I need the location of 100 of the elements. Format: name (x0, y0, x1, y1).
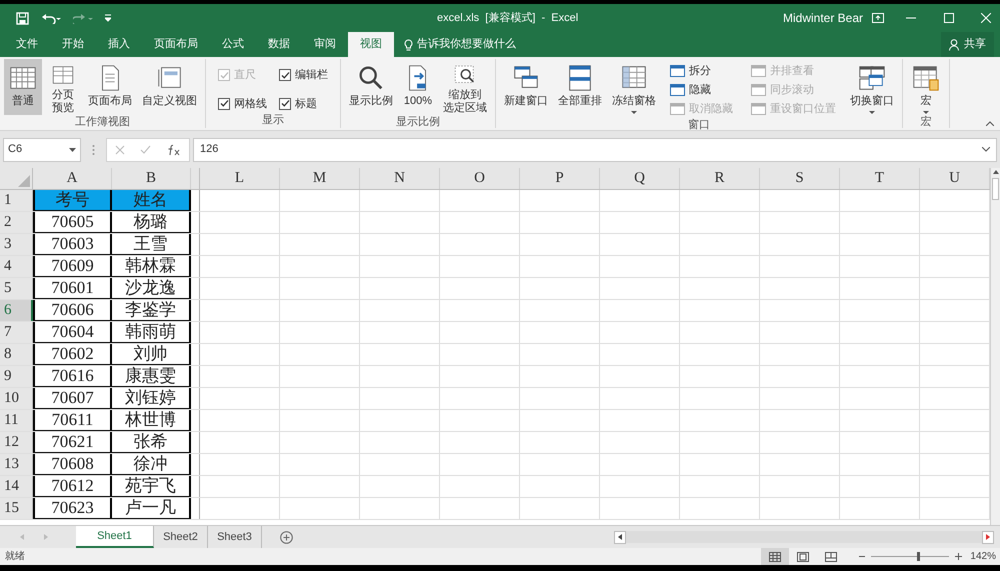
row-header[interactable]: 5 (0, 278, 33, 299)
ribbon-button[interactable]: 100% (399, 59, 437, 115)
ribbon-tab[interactable]: 公式 (210, 32, 256, 57)
row-header[interactable]: 2 (0, 212, 33, 233)
column-header[interactable]: A (33, 168, 112, 189)
column-header[interactable]: O (440, 168, 520, 189)
close-icon[interactable] (981, 13, 991, 23)
row-header[interactable]: 15 (0, 498, 33, 519)
ribbon-tab[interactable]: 审阅 (302, 32, 348, 57)
row-header[interactable]: 6 (0, 300, 33, 321)
button-label: 缩放到 (448, 89, 482, 102)
group-label: 显示 (261, 113, 285, 128)
save-icon[interactable] (16, 12, 29, 24)
ribbon-button[interactable]: 分页 预览 (44, 59, 82, 115)
ribbon-button[interactable]: 冻结窗格 (608, 59, 660, 115)
ribbon-tab[interactable]: 文件 (4, 32, 50, 57)
zoom-level[interactable]: 142% (970, 549, 996, 564)
ribbon-tab[interactable]: 页面布局 (142, 32, 210, 57)
window-title: excel.xls [兼容模式] - Excel (437, 10, 578, 26)
table-cell: 康惠雯 (112, 366, 191, 387)
row-header[interactable]: 7 (0, 322, 33, 343)
ribbon-display-icon[interactable] (872, 13, 884, 23)
slider-thumb[interactable] (916, 552, 920, 561)
table-cell: 卢一凡 (112, 498, 191, 519)
ribbon-button[interactable]: 切换窗口 (846, 59, 898, 115)
ribbon-button[interactable]: 普通 (4, 59, 42, 115)
row-header[interactable]: 9 (0, 366, 33, 387)
row-header[interactable]: 14 (0, 476, 33, 497)
status-text: 就绪 (4, 550, 25, 564)
ribbon-button[interactable]: 宏 (907, 59, 945, 115)
checkbox[interactable]: 编辑栏 (279, 67, 328, 84)
name-box[interactable]: C6 (3, 138, 81, 162)
horizontal-scrollbar[interactable] (614, 531, 994, 543)
share-button[interactable]: 共享 (941, 32, 994, 57)
scroll-thumb[interactable] (992, 178, 999, 200)
window-icon (751, 65, 766, 77)
row-header[interactable]: 12 (0, 432, 33, 453)
column-header[interactable]: P (520, 168, 600, 189)
zoom-slider[interactable] (871, 552, 950, 562)
row-header[interactable]: 4 (0, 256, 33, 277)
customize-icon[interactable] (105, 14, 111, 22)
maximize-icon[interactable] (944, 13, 954, 23)
column-header[interactable]: N (360, 168, 440, 189)
column-header[interactable]: B (112, 168, 191, 189)
ribbon-tab[interactable]: 数据 (256, 32, 302, 57)
ribbon-button[interactable]: 自定义视图 (138, 59, 201, 115)
page-break-icon (825, 552, 838, 562)
window-icon (670, 103, 685, 115)
ribbon-tab[interactable]: 视图 (348, 32, 394, 57)
ribbon-button[interactable]: 新建窗口 (500, 59, 552, 115)
ribbon-tab[interactable]: 插入 (96, 32, 142, 57)
window-icon (751, 103, 766, 115)
ribbon-button[interactable]: 缩放到 选定区域 (439, 59, 491, 115)
tell-me-field[interactable]: 告诉我你想要做什么 (394, 32, 516, 57)
column-header[interactable]: S (760, 168, 840, 189)
table-cell: 刘钰婷 (112, 388, 191, 409)
formula-field[interactable]: 126 (193, 138, 997, 162)
ribbon-button[interactable]: 页面布局 (84, 59, 136, 115)
expand-icon (982, 147, 990, 152)
group-label: 宏 (920, 115, 932, 130)
column-header[interactable]: R (680, 168, 760, 189)
drag-handle-icon[interactable] (92, 144, 95, 156)
check-icon (280, 99, 290, 108)
table-cell: 刘帅 (112, 344, 191, 365)
column-header[interactable]: L (200, 168, 280, 189)
row-header[interactable]: 8 (0, 344, 33, 365)
undo-icon[interactable] (41, 12, 61, 24)
table-cell: 70602 (33, 344, 112, 365)
table-cell: 考号 (33, 190, 112, 211)
add-sheet-icon[interactable] (280, 530, 293, 544)
table-cell: 70606 (33, 300, 112, 321)
ribbon-small-button[interactable]: 拆分 (670, 62, 733, 80)
checkbox[interactable]: 标题 (279, 96, 328, 112)
collapse-ribbon-icon[interactable] (986, 121, 994, 126)
column-header[interactable]: T (840, 168, 920, 189)
button-label: 选定区域 (443, 102, 487, 115)
table-cell: 70616 (33, 366, 112, 387)
column-header[interactable]: M (280, 168, 360, 189)
ribbon-small-button[interactable]: 隐藏 (670, 81, 733, 99)
row-header[interactable]: 3 (0, 234, 33, 255)
table-cell: 70607 (33, 388, 112, 409)
table-cell: 张希 (112, 432, 191, 453)
ribbon-button[interactable]: 显示比例 (345, 59, 397, 115)
row-header[interactable]: 1 (0, 190, 33, 211)
row-header[interactable]: 11 (0, 410, 33, 431)
ribbon-tab[interactable]: 开始 (50, 32, 96, 57)
ribbon-button[interactable]: 全部重排 (554, 59, 606, 115)
check-icon (280, 70, 290, 80)
group-label: 显示比例 (395, 115, 441, 130)
column-header[interactable]: Q (600, 168, 680, 189)
row-header[interactable]: 10 (0, 388, 33, 409)
zoom-in-icon[interactable] (955, 553, 962, 560)
function-icon[interactable] (167, 144, 182, 156)
checkbox[interactable]: 网格线 (218, 96, 267, 112)
sheet-tab[interactable]: Sheet1 (76, 526, 154, 548)
group-label: 窗口 (687, 118, 711, 133)
row-header[interactable]: 13 (0, 454, 33, 475)
vertical-scrollbar[interactable] (990, 168, 1000, 525)
page-icon (797, 552, 810, 562)
view-button[interactable] (761, 548, 790, 565)
